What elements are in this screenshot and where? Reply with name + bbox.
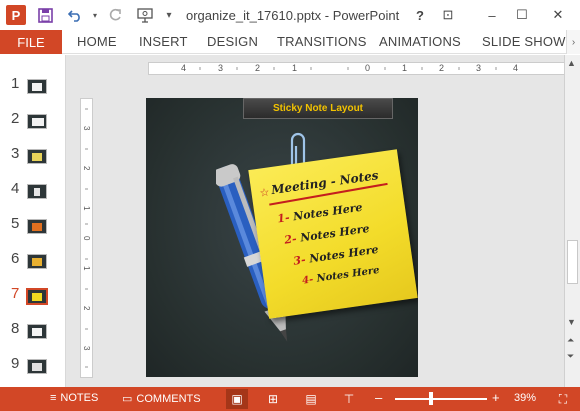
tab-slide-show[interactable]: SLIDE SHOW	[482, 34, 566, 49]
comments-label: COMMENTS	[136, 392, 201, 405]
status-bar: ≡ NOTES ▭ COMMENTS ▣ ⊞ ▤ ⊤ – + 39% ⛶	[0, 387, 580, 411]
slide-number: 6	[11, 250, 20, 267]
slide-sorter-view-button[interactable]: ⊞	[262, 389, 284, 409]
scrollbar-thumb[interactable]	[567, 240, 578, 284]
ribbon-tab-bar: FILE HOME INSERT DESIGN TRANSITIONS ANIM…	[0, 30, 580, 54]
slide-title-banner[interactable]: Sticky Note Layout	[243, 98, 393, 119]
tab-scroll-right-icon[interactable]: ›	[566, 30, 580, 54]
slide-canvas[interactable]: Sticky Note Layout Meeting - Notes ☆ 1- …	[146, 98, 418, 377]
main-area: 1 2 3 4 5 6 7 8 9 4 3 2 1 0 1 2 3 4 3 2 …	[0, 55, 580, 387]
slide-thumbnail[interactable]	[27, 79, 47, 94]
present-icon[interactable]	[136, 6, 154, 24]
slide-number: 4	[11, 180, 20, 197]
note-item-number: 1-	[276, 210, 291, 226]
tab-transitions[interactable]: TRANSITIONS	[277, 34, 367, 49]
scroll-down-icon[interactable]: ▼	[567, 317, 576, 327]
redo-icon[interactable]	[106, 6, 124, 24]
comments-icon: ▭	[122, 393, 133, 405]
slide-thumbnail[interactable]	[27, 184, 47, 199]
save-icon[interactable]	[36, 6, 54, 24]
note-item-text: Notes Here	[299, 221, 371, 245]
slide-thumbnail-pane[interactable]: 1 2 3 4 5 6 7 8 9	[0, 55, 66, 387]
slide-thumbnail[interactable]	[27, 359, 47, 374]
next-slide-icon[interactable]: ⏷	[567, 351, 574, 362]
comments-button[interactable]: ▭ COMMENTS	[122, 392, 201, 406]
notes-label: NOTES	[60, 392, 99, 404]
slide-thumbnail[interactable]	[27, 254, 47, 269]
slide-number: 8	[11, 320, 20, 337]
svg-text:1: 1	[82, 266, 91, 271]
normal-view-button[interactable]: ▣	[226, 389, 248, 409]
slide-number: 1	[11, 75, 20, 92]
slide-editor: 4 3 2 1 0 1 2 3 4 3 2 1 0 1 2 3 Sticky N…	[70, 55, 580, 387]
maximize-button[interactable]: ☐	[512, 5, 532, 25]
tab-file[interactable]: FILE	[0, 30, 62, 54]
note-item-text: Notes Here	[308, 242, 380, 266]
note-item: 1- Notes Here	[276, 201, 363, 226]
fit-slide-to-window-icon[interactable]: ⛶	[552, 389, 574, 409]
slide-thumbnail[interactable]	[27, 149, 47, 164]
previous-slide-icon[interactable]: ⏶	[567, 335, 574, 346]
notes-icon: ≡	[50, 392, 57, 404]
notes-button[interactable]: ≡ NOTES	[50, 392, 98, 404]
powerpoint-logo-icon: P	[6, 5, 26, 25]
tab-insert[interactable]: INSERT	[139, 34, 188, 49]
svg-text:0: 0	[82, 236, 91, 241]
tab-home[interactable]: HOME	[77, 34, 117, 49]
svg-text:1: 1	[82, 206, 91, 211]
note-item-text: Notes Here	[292, 200, 364, 224]
note-item-text: Notes Here	[315, 264, 381, 285]
close-button[interactable]: ✕	[548, 5, 568, 25]
slide-thumbnail-selected[interactable]	[26, 288, 48, 305]
window-title: organize_it_17610.pptx - PowerPoint	[186, 8, 400, 23]
zoom-in-button[interactable]: +	[492, 390, 500, 405]
sticky-note[interactable]: Meeting - Notes ☆ 1- Notes Here 2- Notes…	[248, 149, 418, 319]
scroll-up-icon[interactable]: ▲	[567, 58, 576, 68]
svg-text:2: 2	[82, 166, 91, 171]
slide-number: 9	[11, 355, 20, 372]
slide-number: 2	[11, 110, 20, 127]
svg-text:3: 3	[82, 346, 91, 351]
note-item-number: 2-	[283, 232, 298, 247]
vertical-ruler[interactable]: 3 2 1 0 1 2 3	[80, 98, 93, 378]
title-bar: P ▾ ▾ organize_it_17610.pptx - PowerPoin…	[0, 0, 580, 30]
undo-icon[interactable]	[66, 6, 84, 24]
svg-text:2: 2	[82, 306, 91, 311]
slide-show-button[interactable]: ⊤	[338, 389, 360, 409]
slide-thumbnail[interactable]	[27, 114, 47, 129]
svg-text:3: 3	[82, 126, 91, 131]
star-icon: ☆	[258, 186, 271, 200]
horizontal-ruler[interactable]: 4 3 2 1 0 1 2 3 4	[148, 62, 580, 75]
note-item-number: 3-	[292, 253, 307, 268]
help-button[interactable]: ?	[410, 5, 430, 25]
note-item-number: 4-	[301, 274, 315, 287]
note-item: 3- Notes Here	[293, 243, 380, 268]
tab-animations[interactable]: ANIMATIONS	[379, 34, 461, 49]
zoom-slider[interactable]	[395, 398, 487, 400]
vertical-scrollbar[interactable]: ▲ ▼ ⏶ ⏷	[564, 55, 580, 387]
zoom-out-button[interactable]: –	[375, 390, 382, 405]
note-item: 2- Notes Here	[284, 222, 371, 247]
undo-dropdown-icon[interactable]: ▾	[86, 6, 104, 24]
slide-thumbnail[interactable]	[27, 324, 47, 339]
reading-view-button[interactable]: ▤	[300, 389, 322, 409]
slide-number-selected: 7	[11, 285, 20, 302]
zoom-slider-thumb[interactable]	[428, 392, 433, 405]
tab-design[interactable]: DESIGN	[207, 34, 258, 49]
slide-number: 5	[11, 215, 20, 232]
slide-thumbnail[interactable]	[27, 219, 47, 234]
zoom-level[interactable]: 39%	[514, 392, 536, 404]
ribbon-display-options-button[interactable]: ⊡	[438, 5, 458, 25]
slide-number: 3	[11, 145, 20, 162]
minimize-button[interactable]: –	[482, 5, 502, 25]
customize-dropdown-icon[interactable]: ▾	[160, 6, 178, 24]
note-item: 4- Notes Here	[302, 265, 381, 287]
